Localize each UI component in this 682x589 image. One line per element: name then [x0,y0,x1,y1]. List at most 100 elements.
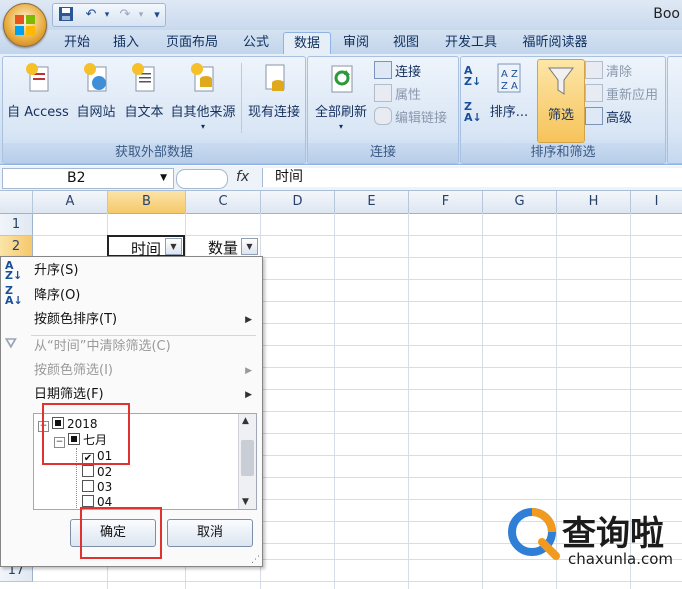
sort-button[interactable]: A ZZ A 排序... [485,61,533,120]
column-header-c[interactable]: C [186,191,261,214]
group-get-external-data: 自 Access 自网站 自文本 自其他来源 ▾ 现有连接 获取外部数据 [2,56,306,164]
column-header-f[interactable]: F [409,191,483,214]
quick-access-toolbar: ↶ ▾ ↷ ▾ ▾ [52,3,166,27]
clear-filter-button[interactable]: 清除 [585,61,632,81]
formula-input[interactable]: 时间 [262,168,682,187]
tree-day-label: 03 [97,480,113,494]
office-button[interactable] [3,3,47,47]
web-icon [84,63,107,92]
tab-data[interactable]: 数据 [283,32,331,55]
column-header-h[interactable]: H [557,191,631,214]
highlight-box-ok [80,507,162,559]
scroll-down-icon[interactable]: ▼ [242,497,249,507]
from-text-button[interactable]: 自文本 [121,61,167,120]
filter-dropdown-c2[interactable]: ▼ [241,238,258,255]
edit-links-button[interactable]: 编辑链接 [374,107,447,127]
tree-node-day[interactable]: 03 [82,480,112,495]
column-header-e[interactable]: E [335,191,409,214]
properties-button[interactable]: 属性 [374,84,421,104]
existing-connections-label: 现有连接 [247,105,300,120]
advanced-filter-icon [585,107,603,125]
existing-connections-button[interactable]: 现有连接 [245,61,303,120]
chevron-down-icon[interactable]: ▼ [160,169,167,188]
name-box-value: B2 [67,170,86,186]
menu-filter-by-color[interactable]: 按颜色筛选(I) [34,360,113,382]
sort-label: 排序... [489,105,529,120]
scrollbar-thumb[interactable] [241,440,254,476]
sort-z-to-a-icon[interactable]: Z A↓ [464,101,482,123]
name-box[interactable]: B2 ▼ [2,168,174,189]
advanced-label: 高级 [606,111,633,126]
funnel-icon [548,67,574,95]
menu-sort-by-color-label: 按颜色排序(T) [34,312,118,327]
gridline [408,213,409,589]
scroll-up-icon[interactable]: ▲ [242,416,249,426]
watermark: 查询啦 chaxunla.com [498,498,682,578]
from-web-button[interactable]: 自网站 [73,61,119,120]
tab-developer[interactable]: 开发工具 [436,32,506,54]
refresh-all-button[interactable]: 全部刷新 ▾ [310,61,372,131]
connections-button[interactable]: 连接 [374,61,421,81]
select-all-corner[interactable] [0,191,33,214]
row-header-1[interactable]: 1 [0,214,33,236]
menu-sort-descending[interactable]: 降序(O) [34,285,80,307]
tab-insert[interactable]: 插入 [104,32,148,54]
tab-view[interactable]: 视图 [384,32,428,54]
edit-links-label: 编辑链接 [395,111,448,126]
tree-node-day[interactable]: 02 [82,465,112,480]
connections-icon [374,61,392,79]
tab-page-layout[interactable]: 页面布局 [155,32,229,54]
menu-clear-filter[interactable]: 从“时间”中清除筛选(C) [34,336,171,358]
undo-dropdown-icon[interactable]: ▾ [97,6,117,24]
clear-filter-icon: ⛛ [5,336,17,352]
reapply-button[interactable]: 重新应用 [585,84,658,104]
watermark-brand: 查询啦 [562,514,664,554]
tab-formulas[interactable]: 公式 [234,32,278,54]
save-icon[interactable] [56,6,76,24]
filter-dropdown-b2[interactable]: ▼ [165,238,182,255]
column-header-g[interactable]: G [483,191,557,214]
existing-connections-icon [265,64,285,91]
cancel-button[interactable]: 取消 [167,519,253,547]
advanced-filter-button[interactable]: 高级 [585,107,632,127]
gridline [334,213,335,589]
insert-function-icon[interactable]: fx [236,169,258,185]
ribbon: 自 Access 自网站 自文本 自其他来源 ▾ 现有连接 获取外部数据 全部刷… [0,54,682,165]
reapply-label: 重新应用 [606,88,659,103]
row-header-2[interactable]: 2 [0,236,33,258]
tab-home[interactable]: 开始 [55,32,99,54]
checkbox-day[interactable] [82,465,94,477]
column-header-a[interactable]: A [33,191,108,214]
checkbox-day[interactable] [82,480,94,492]
refresh-all-label: 全部刷新 [314,105,367,120]
ribbon-tabs: 开始 插入 页面布局 公式 数据 审阅 视图 开发工具 福昕阅读器 [0,30,682,55]
formula-bar-expander[interactable] [176,169,228,189]
resize-grip-icon[interactable]: ⋰ [251,555,260,565]
menu-sort-by-color[interactable]: 按颜色排序(T) [34,309,254,331]
from-other-sources-label: 自其他来源 [170,105,236,120]
submenu-arrow-icon: ▶ [245,390,252,400]
column-header-d[interactable]: D [261,191,335,214]
from-text-label: 自文本 [124,105,164,120]
cell-b2[interactable]: 时间 ▼ [107,235,185,258]
gridline [33,581,682,582]
menu-sort-ascending[interactable]: 升序(S) [34,260,78,282]
filter-button[interactable]: 筛选 [537,59,585,143]
checkbox-day[interactable] [82,495,94,507]
watermark-domain: chaxunla.com [568,550,673,568]
clear-filter-icon [585,61,603,79]
sort-a-to-z-icon[interactable]: A Z↓ [464,65,481,87]
tree-scrollbar[interactable]: ▲ ▼ [238,414,256,509]
tab-foxit-reader[interactable]: 福昕阅读器 [512,32,598,54]
from-access-button[interactable]: 自 Access [5,61,71,120]
tab-review[interactable]: 审阅 [334,32,378,54]
watermark-logo-icon [508,508,560,560]
column-header-b[interactable]: B [108,191,186,214]
group-label-get-external-data: 获取外部数据 [3,143,305,163]
from-access-label: 自 Access [7,105,69,120]
column-header-i[interactable]: I [631,191,682,214]
customize-qat-icon[interactable]: ▾ [147,6,167,24]
cell-c2[interactable]: 数量 ▼ [186,236,260,257]
from-other-sources-button[interactable]: 自其他来源 ▾ [167,61,239,131]
office-logo-icon [15,15,35,35]
